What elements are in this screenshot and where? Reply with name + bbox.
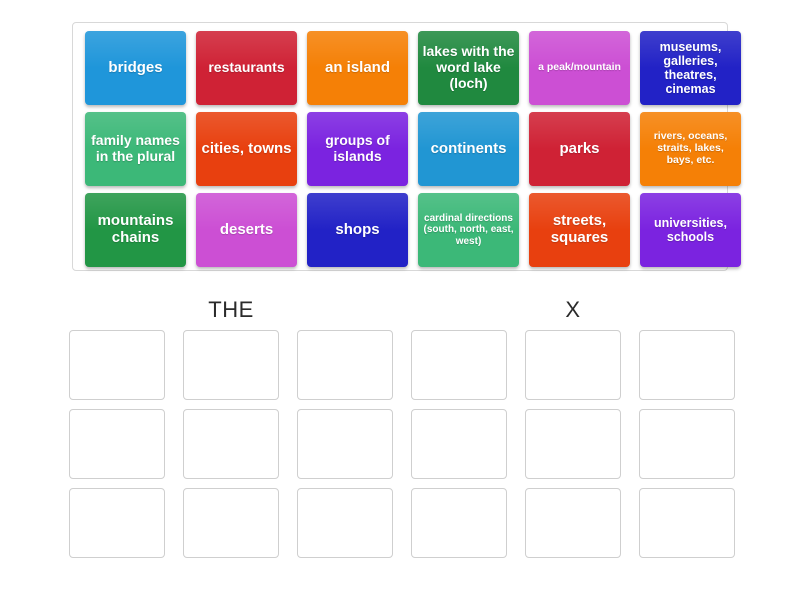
dropzone[interactable] bbox=[69, 409, 165, 479]
dropzone[interactable] bbox=[525, 330, 621, 400]
group-title-x: X bbox=[565, 297, 581, 322]
dropzone[interactable] bbox=[639, 409, 735, 479]
drop-group-the bbox=[60, 330, 402, 580]
word-tile[interactable]: a peak/mountain bbox=[529, 31, 630, 105]
group-headers: THE X bbox=[60, 292, 744, 328]
word-tile[interactable]: groups of islands bbox=[307, 112, 408, 186]
word-bank-row: mountains chains deserts shops cardinal … bbox=[80, 193, 741, 271]
dropzone[interactable] bbox=[297, 409, 393, 479]
dropzone[interactable] bbox=[69, 488, 165, 558]
word-tile-label: museums, galleries, theatres, cinemas bbox=[659, 40, 722, 96]
dropzone[interactable] bbox=[639, 488, 735, 558]
word-tile[interactable]: cities, towns bbox=[196, 112, 297, 186]
group-sort-activity: bridges restaurants an island lakes with… bbox=[0, 0, 800, 600]
word-tile[interactable]: streets, squares bbox=[529, 193, 630, 267]
dropzone[interactable] bbox=[297, 488, 393, 558]
word-tile[interactable]: museums, galleries, theatres, cinemas bbox=[640, 31, 741, 105]
word-tile-label: lakes with the word lake (loch) bbox=[422, 43, 515, 91]
word-tile-label: bridges bbox=[108, 58, 163, 76]
word-tile-label: family names in the plural bbox=[91, 132, 180, 164]
dropzone[interactable] bbox=[639, 330, 735, 400]
word-tile-label: cities, towns bbox=[201, 139, 292, 157]
word-bank-row: bridges restaurants an island lakes with… bbox=[80, 31, 741, 109]
dropzone[interactable] bbox=[525, 409, 621, 479]
word-tile[interactable]: deserts bbox=[196, 193, 297, 267]
word-tile-label: cardinal directions (south, north, east,… bbox=[423, 213, 514, 247]
drop-group-x bbox=[402, 330, 744, 580]
word-tile-label: universities, schools bbox=[654, 216, 727, 244]
dropzone[interactable] bbox=[183, 488, 279, 558]
group-title-the: THE bbox=[208, 297, 254, 322]
word-bank-row: family names in the plural cities, towns… bbox=[80, 112, 741, 190]
word-tile[interactable]: an island bbox=[307, 31, 408, 105]
dropzone[interactable] bbox=[411, 409, 507, 479]
word-tile-label: continents bbox=[430, 139, 507, 157]
word-tile-label: shops bbox=[335, 220, 380, 238]
dropzone[interactable] bbox=[525, 488, 621, 558]
word-tile-label: an island bbox=[324, 58, 391, 76]
dropzone[interactable] bbox=[183, 409, 279, 479]
word-tile-label: rivers, oceans, straits, lakes, bays, et… bbox=[653, 130, 728, 166]
word-tile[interactable]: rivers, oceans, straits, lakes, bays, et… bbox=[640, 112, 741, 186]
word-tile[interactable]: cardinal directions (south, north, east,… bbox=[418, 193, 519, 267]
word-tile-label: streets, squares bbox=[550, 212, 609, 246]
word-bank: bridges restaurants an island lakes with… bbox=[72, 22, 741, 271]
word-tile[interactable]: lakes with the word lake (loch) bbox=[418, 31, 519, 105]
word-tile[interactable]: bridges bbox=[85, 31, 186, 105]
word-tile-label: deserts bbox=[219, 220, 274, 238]
dropzone[interactable] bbox=[411, 488, 507, 558]
word-tile-label: a peak/mountain bbox=[538, 61, 621, 74]
word-tile-label: restaurants bbox=[208, 59, 285, 76]
dropzone[interactable] bbox=[69, 330, 165, 400]
word-tile-label: mountains chains bbox=[97, 212, 174, 246]
word-tile-label: groups of islands bbox=[325, 132, 390, 164]
drop-zone-groups bbox=[60, 330, 744, 580]
word-tile[interactable]: continents bbox=[418, 112, 519, 186]
word-tile[interactable]: parks bbox=[529, 112, 630, 186]
word-tile[interactable]: family names in the plural bbox=[85, 112, 186, 186]
word-tile-label: parks bbox=[559, 139, 600, 157]
word-tile[interactable]: restaurants bbox=[196, 31, 297, 105]
word-tile[interactable]: shops bbox=[307, 193, 408, 267]
dropzone[interactable] bbox=[411, 330, 507, 400]
word-tile[interactable]: mountains chains bbox=[85, 193, 186, 267]
dropzone[interactable] bbox=[183, 330, 279, 400]
word-tile[interactable]: universities, schools bbox=[640, 193, 741, 267]
dropzone[interactable] bbox=[297, 330, 393, 400]
